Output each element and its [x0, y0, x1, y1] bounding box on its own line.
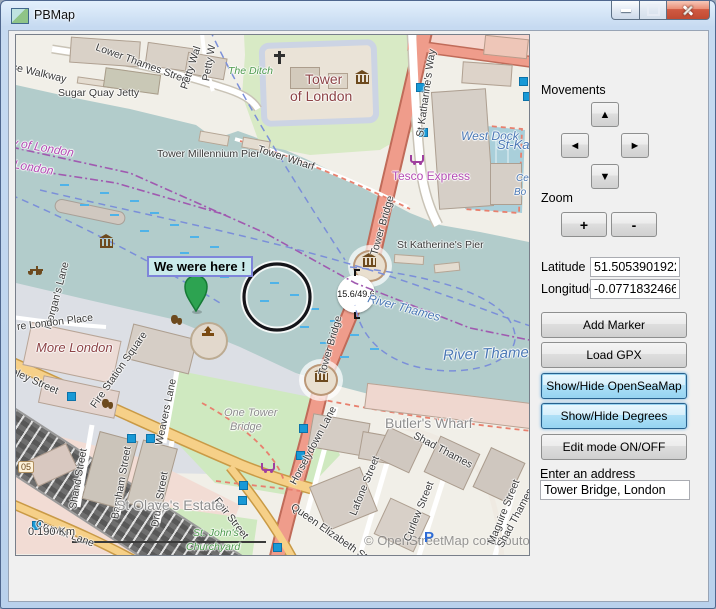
- move-right-button[interactable]: ►: [621, 133, 649, 158]
- seamark-icon: [274, 544, 281, 551]
- seamark-icon: [68, 393, 75, 400]
- map-label: 05: [18, 461, 34, 473]
- maximize-icon: [647, 4, 660, 16]
- zoom-in-button[interactable]: +: [561, 212, 607, 237]
- latitude-label: Latitude: [541, 260, 585, 274]
- seamark-icon: [524, 93, 530, 100]
- map-label: St Katherine's Pier: [397, 239, 484, 251]
- move-left-button[interactable]: ◄: [561, 133, 589, 158]
- seamark-icon: [520, 78, 527, 85]
- map-label: Bo: [514, 187, 526, 198]
- pagoda-icon: [202, 333, 214, 336]
- cart-icon: [261, 463, 275, 471]
- scales-icon: [30, 269, 43, 271]
- marker-tooltip: We were here !: [147, 256, 253, 277]
- map-label: Bridge: [230, 421, 262, 433]
- close-icon: [681, 3, 695, 17]
- museum-icon: [363, 258, 376, 267]
- movements-label: Movements: [541, 83, 606, 97]
- load-gpx-button[interactable]: Load GPX: [541, 342, 687, 368]
- map-label: One Tower: [224, 407, 277, 419]
- minimize-icon: [621, 9, 631, 12]
- map-canvas[interactable]: 15.6/49.6 We were here ! © OpenStreetMap…: [15, 34, 530, 556]
- map-label: Tower Millennium Pier: [157, 148, 260, 160]
- map-label: of London: [290, 88, 352, 104]
- map-marker-pin: [185, 275, 207, 311]
- seamark-icon: [300, 425, 307, 432]
- app-window: PBMap: [0, 0, 716, 609]
- map-overlay: [16, 35, 529, 555]
- map-label: St-Ka: [497, 137, 530, 152]
- titlebar[interactable]: PBMap: [1, 1, 715, 30]
- map-label: Cen: [516, 173, 530, 184]
- close-button[interactable]: [666, 1, 710, 20]
- app-icon: [11, 8, 29, 24]
- toggle-degrees-button[interactable]: Show/Hide Degrees: [541, 403, 687, 429]
- zoom-label: Zoom: [541, 191, 573, 205]
- map-label: 0.190 Km: [28, 526, 75, 538]
- map-label: More London: [36, 340, 113, 355]
- longitude-label: Longitude: [541, 282, 596, 296]
- map-label: Butler's Wharf: [385, 415, 472, 431]
- map-label: St Olave's Estate: [116, 497, 223, 513]
- seamark-icon: [240, 482, 247, 489]
- move-down-button[interactable]: ▼: [591, 164, 619, 189]
- latitude-field[interactable]: [590, 257, 680, 277]
- map-label: Tesco Express: [392, 169, 470, 183]
- map-label: The Ditch: [228, 65, 273, 77]
- zoom-out-button[interactable]: -: [611, 212, 657, 237]
- map-label: St. John's: [193, 527, 239, 539]
- longitude-field[interactable]: [590, 279, 680, 299]
- map-label: River Thames: [443, 344, 530, 364]
- cart-icon: [410, 155, 424, 163]
- cross-icon: [278, 51, 281, 64]
- seamark-icon: [239, 497, 246, 504]
- minimize-button[interactable]: [611, 1, 640, 20]
- edit-mode-button[interactable]: Edit mode ON/OFF: [541, 434, 687, 460]
- toggle-openseamap-button[interactable]: Show/Hide OpenSeaMap: [541, 373, 687, 399]
- map-label: Tower: [305, 71, 342, 87]
- add-marker-button[interactable]: Add Marker: [541, 312, 687, 338]
- parking-icon: P: [424, 529, 434, 546]
- seamark-icon: [128, 435, 135, 442]
- drawn-circle: [244, 264, 310, 330]
- map-label: Sugar Quay Jetty: [58, 87, 139, 99]
- masks-icon: [171, 315, 178, 324]
- window-title: PBMap: [34, 8, 75, 22]
- maximize-button[interactable]: [639, 1, 667, 20]
- museum-icon: [100, 239, 113, 248]
- address-label: Enter an address: [540, 467, 635, 481]
- map-label: Churchyard: [186, 541, 240, 553]
- move-up-button[interactable]: ▲: [591, 102, 619, 127]
- address-field[interactable]: [540, 480, 690, 500]
- museum-icon: [356, 75, 369, 84]
